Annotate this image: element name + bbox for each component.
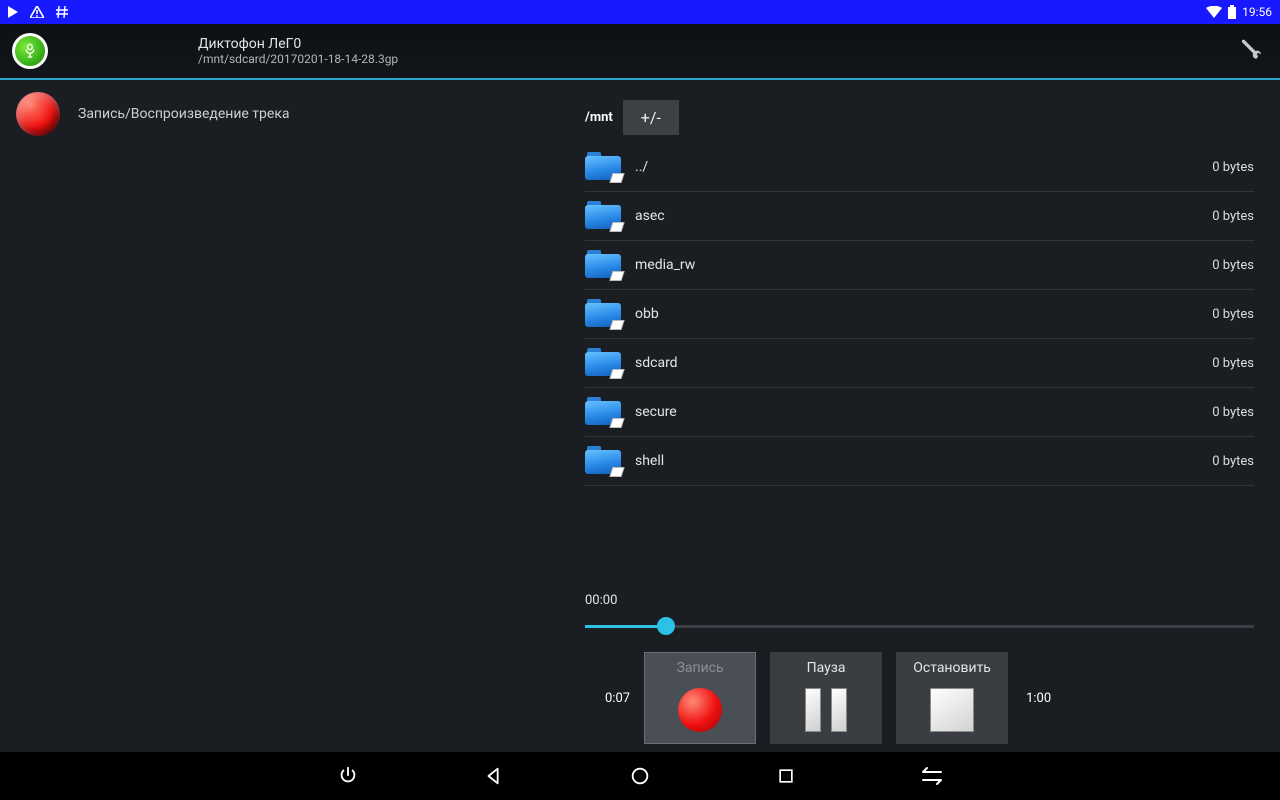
total-time: 1:00 (1026, 691, 1051, 706)
file-name: secure (635, 404, 677, 420)
hash-icon (56, 6, 68, 18)
file-list: ../ 0 bytes asec 0 bytes media_rw 0 bytes obb 0… (585, 143, 1254, 486)
folder-icon (585, 299, 621, 329)
folder-icon (585, 152, 621, 182)
main-content: Запись/Воспроизведение трека /mnt +/- ..… (0, 80, 1280, 752)
seek-track (585, 625, 1254, 628)
file-size: 0 bytes (1212, 356, 1254, 371)
record-playback-label: Запись/Воспроизведение трека (78, 106, 290, 122)
record-button[interactable]: Запись (644, 652, 756, 744)
file-size: 0 bytes (1212, 160, 1254, 175)
record-playback-row[interactable]: Запись/Воспроизведение трека (16, 92, 569, 136)
app-icon[interactable] (12, 33, 48, 69)
file-row[interactable]: asec 0 bytes (585, 192, 1254, 241)
stop-icon (930, 688, 974, 732)
power-button[interactable] (334, 762, 362, 790)
recents-button[interactable] (772, 762, 800, 790)
swap-button[interactable] (918, 762, 946, 790)
app-subtitle: /mnt/sdcard/20170201-18-14-28.3gp (198, 52, 398, 66)
back-button[interactable] (480, 762, 508, 790)
file-row[interactable]: sdcard 0 bytes (585, 339, 1254, 388)
file-name: ../ (635, 159, 648, 175)
file-row[interactable]: shell 0 bytes (585, 437, 1254, 486)
player-area: 00:00 0:07 Запись Пауза (585, 593, 1254, 752)
warning-icon (30, 6, 44, 18)
app-title: Диктофон ЛеГ0 (198, 36, 398, 52)
file-size: 0 bytes (1212, 405, 1254, 420)
file-row[interactable]: media_rw 0 bytes (585, 241, 1254, 290)
file-row[interactable]: secure 0 bytes (585, 388, 1254, 437)
folder-icon (585, 348, 621, 378)
home-button[interactable] (626, 762, 654, 790)
player-current-time: 00:00 (585, 593, 1254, 608)
folder-icon (585, 250, 621, 280)
settings-wrench-icon[interactable] (1236, 36, 1262, 66)
elapsed-time: 0:07 (605, 691, 630, 706)
system-nav-bar (0, 752, 1280, 800)
file-size: 0 bytes (1212, 454, 1254, 469)
play-indicator-icon (8, 6, 18, 18)
file-name: media_rw (635, 257, 695, 273)
file-size: 0 bytes (1212, 209, 1254, 224)
current-path: /mnt (585, 110, 613, 125)
stop-button[interactable]: Остановить (896, 652, 1008, 744)
pause-icon (805, 688, 847, 732)
seek-fill (585, 625, 665, 628)
folder-icon (585, 201, 621, 231)
status-time: 19:56 (1242, 5, 1272, 19)
wifi-icon (1206, 6, 1222, 18)
record-dot-icon (16, 92, 60, 136)
status-bar: 19:56 (0, 0, 1280, 24)
stop-button-label: Остановить (913, 660, 991, 676)
record-button-label: Запись (677, 660, 724, 676)
path-toggle-button[interactable]: +/- (623, 100, 679, 135)
seek-thumb[interactable] (657, 617, 675, 635)
file-size: 0 bytes (1212, 307, 1254, 322)
record-icon (678, 688, 722, 732)
battery-icon (1228, 5, 1236, 19)
pause-button[interactable]: Пауза (770, 652, 882, 744)
file-name: sdcard (635, 355, 678, 371)
file-row[interactable]: ../ 0 bytes (585, 143, 1254, 192)
folder-icon (585, 397, 621, 427)
file-row[interactable]: obb 0 bytes (585, 290, 1254, 339)
seek-bar[interactable] (585, 614, 1254, 638)
left-pane: Запись/Воспроизведение трека (0, 80, 585, 752)
file-name: shell (635, 453, 664, 469)
file-size: 0 bytes (1212, 258, 1254, 273)
file-name: obb (635, 306, 659, 322)
file-name: asec (635, 208, 665, 224)
pause-button-label: Пауза (807, 660, 846, 676)
right-pane: /mnt +/- ../ 0 bytes asec 0 bytes media_rw 0 … (585, 80, 1280, 752)
app-header: Диктофон ЛеГ0 /mnt/sdcard/20170201-18-14… (0, 24, 1280, 80)
folder-icon (585, 446, 621, 476)
